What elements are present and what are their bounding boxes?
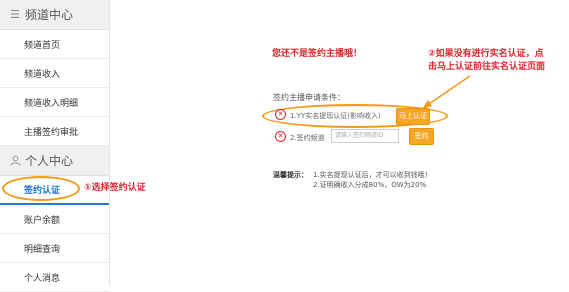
sidebar-item-channel-income[interactable]: 频道收入	[0, 59, 109, 88]
list-icon: ☰	[10, 8, 20, 21]
sidebar: ☰ 频道中心 频道首页 频道收入 频道收入明细 主播签约审批 个人中心 签约认证…	[0, 0, 110, 292]
sidebar-item-personal-messages[interactable]: 个人消息	[0, 263, 109, 292]
sign-button[interactable]: 签约	[409, 128, 434, 145]
channel-id-input[interactable]: 请输入签约频道ID	[331, 129, 399, 143]
personal-center-title: 个人中心	[25, 154, 74, 168]
x-circle-icon: ✕	[275, 109, 286, 120]
sidebar-highlight-oval	[2, 176, 80, 201]
channel-center-title: 频道中心	[25, 8, 74, 22]
sidebar-item-label: 明细查询	[24, 244, 61, 255]
sidebar-item-label: 频道收入	[24, 69, 61, 80]
x-circle-icon: ✕	[275, 131, 286, 142]
sidebar-item-account-balance[interactable]: 账户余额	[0, 205, 109, 234]
sidebar-item-label: 主播签约审批	[24, 127, 79, 138]
sidebar-item-channel-home[interactable]: 频道首页	[0, 30, 109, 59]
sidebar-item-channel-income-detail[interactable]: 频道收入明细	[0, 88, 109, 117]
channel-center-header[interactable]: ☰ 频道中心	[0, 0, 109, 30]
conditions-label: 签约主播申请条件：	[273, 93, 345, 102]
personal-center-header[interactable]: 个人中心	[0, 146, 109, 176]
annotation-arrow-icon	[422, 75, 471, 109]
sidebar-item-anchor-sign-approval[interactable]: 主播签约审批	[0, 117, 109, 146]
condition2-text: 2.签约频道	[290, 134, 325, 142]
sidebar-item-label: 频道收入明细	[24, 98, 79, 109]
user-icon	[9, 155, 21, 166]
step2-annotation-line1: ②如果没有进行实名认证，点	[428, 49, 544, 59]
tip-line-2: 2.证明确收入分成80%，OW为20%	[313, 181, 427, 189]
tip-line-1: 1.实名提现认证后，才可以收到钱哦！	[313, 171, 432, 179]
verify-now-button[interactable]: 马上认证	[396, 108, 430, 125]
sidebar-item-label: 个人消息	[24, 273, 61, 284]
sidebar-item-label: 账户余额	[24, 215, 61, 226]
condition1-text: 1.YY实名提现认证(影响收入)	[290, 112, 381, 120]
tips-label: 温馨提示：	[273, 171, 308, 179]
sidebar-item-detail-query[interactable]: 明细查询	[0, 234, 109, 263]
main-content	[110, 0, 569, 286]
sidebar-item-label: 频道首页	[24, 40, 61, 51]
page-title: 您还不是签约主播哦！	[272, 49, 363, 59]
